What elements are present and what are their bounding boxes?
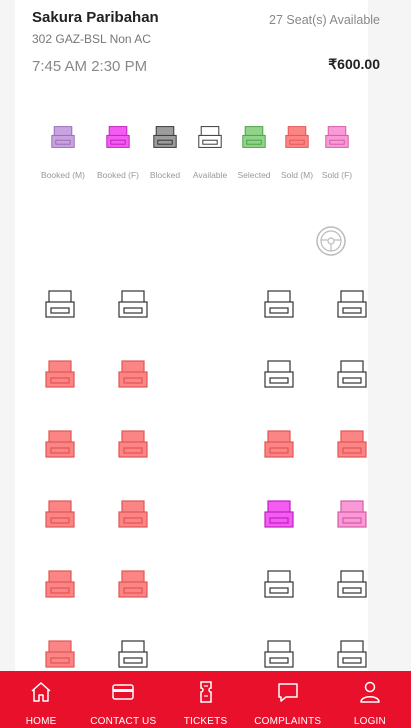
seat-icon — [285, 125, 309, 149]
seat-sold-f[interactable] — [337, 499, 367, 529]
seat-icon — [198, 125, 222, 149]
nav-label: COMPLAINTS — [254, 716, 322, 727]
bus-times: 7:45 AM 2:30 PM — [32, 58, 148, 75]
bus-route: 302 GAZ-BSL Non AC — [32, 32, 151, 46]
seat-sold-m[interactable] — [337, 429, 367, 459]
seat-icon — [242, 125, 266, 149]
seat-legend: Booked (M) Booked (F) Blocked Available Sele… — [0, 125, 411, 185]
seat-icon — [325, 125, 349, 149]
seat-icon — [153, 125, 177, 149]
nav-home[interactable]: HOME — [0, 671, 82, 728]
seat-available[interactable] — [337, 639, 367, 669]
bottom-nav: HOME CONTACT US TICKETS COMPLAINTS LOGIN — [0, 671, 411, 728]
nav-label: TICKETS — [183, 716, 228, 727]
nav-label: CONTACT US — [90, 716, 157, 727]
seat-available[interactable] — [118, 639, 148, 669]
nav-label: LOGIN — [353, 716, 386, 727]
legend-label: Sold (F) — [321, 170, 353, 180]
seat-sold-m[interactable] — [264, 429, 294, 459]
seat-sold-m[interactable] — [118, 359, 148, 389]
nav-tickets[interactable]: TICKETS — [164, 671, 246, 728]
user-icon — [360, 681, 380, 703]
fare: ₹600.00 — [328, 56, 380, 72]
seat-available[interactable] — [45, 289, 75, 319]
seat-sold-m[interactable] — [45, 639, 75, 669]
seats-available: 27 Seat(s) Available — [269, 13, 380, 27]
seat-icon — [106, 125, 130, 149]
seat-booked-f[interactable] — [264, 499, 294, 529]
seat-available[interactable] — [337, 569, 367, 599]
home-icon — [31, 682, 51, 702]
legend-item-sold-f: Sold (F) — [307, 125, 367, 180]
seat-icon — [51, 125, 75, 149]
nav-label: HOME — [25, 716, 57, 727]
seat-available[interactable] — [264, 569, 294, 599]
seat-sold-m[interactable] — [45, 359, 75, 389]
legend-item-booked-m: Booked (M) — [33, 125, 93, 180]
seat-sold-m[interactable] — [118, 429, 148, 459]
seat-available[interactable] — [264, 289, 294, 319]
legend-label: Booked (M) — [41, 170, 85, 180]
steering-wheel-icon — [315, 225, 347, 257]
seat-sold-m[interactable] — [118, 569, 148, 599]
nav-login[interactable]: LOGIN — [329, 671, 411, 728]
seat-sold-m[interactable] — [45, 499, 75, 529]
nav-contact-us[interactable]: CONTACT US — [82, 671, 164, 728]
seat-sold-m[interactable] — [45, 429, 75, 459]
seat-available[interactable] — [337, 359, 367, 389]
seat-available[interactable] — [118, 289, 148, 319]
bus-name: Sakura Paribahan — [32, 9, 159, 26]
ticket-icon — [199, 681, 212, 703]
seat-sold-m[interactable] — [45, 569, 75, 599]
chat-icon — [277, 683, 298, 702]
card-icon — [112, 684, 135, 700]
seat-available[interactable] — [264, 359, 294, 389]
seat-available[interactable] — [337, 289, 367, 319]
seat-available[interactable] — [264, 639, 294, 669]
nav-complaints[interactable]: COMPLAINTS — [247, 671, 329, 728]
seat-sold-m[interactable] — [118, 499, 148, 529]
